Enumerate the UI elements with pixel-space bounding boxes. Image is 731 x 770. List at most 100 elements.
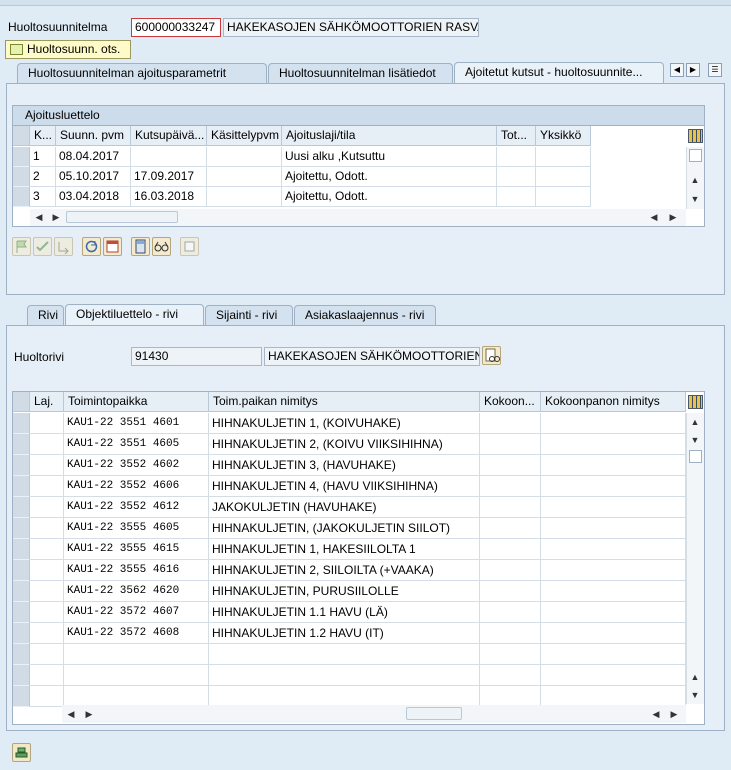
- scroll-down-icon[interactable]: ▼: [689, 690, 701, 700]
- functional-location-cell[interactable]: KAU1-22 3552 4606: [64, 476, 209, 497]
- schedule-cell[interactable]: 1: [30, 147, 56, 167]
- scroll-box[interactable]: [689, 149, 702, 162]
- row-selector[interactable]: [13, 497, 30, 518]
- display-long-text-icon[interactable]: [482, 346, 501, 365]
- select-all-cell[interactable]: [13, 392, 30, 412]
- functional-location-cell[interactable]: KAU1-22 3552 4602: [64, 455, 209, 476]
- row-selector[interactable]: [13, 581, 30, 602]
- glasses-icon[interactable]: [152, 237, 171, 256]
- confirm-icon[interactable]: [33, 237, 52, 256]
- row-selector[interactable]: [13, 665, 30, 686]
- column-header[interactable]: Toim.paikan nimitys: [209, 392, 480, 412]
- object-cell[interactable]: HIHNAKULJETIN 2, SIILOILTA (+VAAKA): [209, 560, 480, 581]
- object-cell[interactable]: [541, 581, 686, 602]
- schedule-cell[interactable]: 03.04.2018: [56, 187, 131, 207]
- object-cell[interactable]: HIHNAKULJETIN 2, (KOIVU VIIKSIHIHNA): [209, 434, 480, 455]
- row-selector[interactable]: [13, 560, 30, 581]
- schedule-cell[interactable]: 2: [30, 167, 56, 187]
- column-header[interactable]: K...: [30, 126, 56, 146]
- object-cell[interactable]: [541, 644, 686, 665]
- scroll-down-icon[interactable]: ▼: [689, 194, 701, 204]
- object-cell[interactable]: [209, 665, 480, 686]
- scroll-left-icon[interactable]: ◀: [65, 709, 77, 719]
- object-cell[interactable]: [30, 602, 64, 623]
- schedule-cell[interactable]: [497, 187, 536, 207]
- object-cell[interactable]: [480, 665, 541, 686]
- schedule-cell[interactable]: [497, 147, 536, 167]
- object-cell[interactable]: [541, 497, 686, 518]
- column-header[interactable]: Suunn. pvm: [56, 126, 131, 146]
- object-cell[interactable]: [480, 434, 541, 455]
- object-cell[interactable]: [541, 665, 686, 686]
- scroll-up-icon[interactable]: ▲: [689, 175, 701, 185]
- tab-list-button[interactable]: ☰: [708, 63, 722, 77]
- scroll-thumb[interactable]: [66, 211, 178, 223]
- schedule-cell[interactable]: Ajoitettu, Odott.: [282, 187, 497, 207]
- row-selector[interactable]: [13, 623, 30, 644]
- scroll-left-icon[interactable]: ◀: [33, 212, 45, 222]
- calculator-icon[interactable]: [131, 237, 150, 256]
- object-cell[interactable]: [541, 602, 686, 623]
- functional-location-cell[interactable]: KAU1-22 3552 4612: [64, 497, 209, 518]
- functional-location-cell[interactable]: KAU1-22 3572 4607: [64, 602, 209, 623]
- column-header[interactable]: Kutsupäivä...: [131, 126, 207, 146]
- object-cell[interactable]: [541, 434, 686, 455]
- column-header[interactable]: Kokoon...: [480, 392, 541, 412]
- scroll-thumb[interactable]: [406, 707, 462, 720]
- tab-next-button[interactable]: ▶: [686, 63, 700, 77]
- object-cell[interactable]: [30, 644, 64, 665]
- schedule-cell[interactable]: Uusi alku ,Kutsuttu: [282, 147, 497, 167]
- column-header[interactable]: Laj.: [30, 392, 64, 412]
- object-cell[interactable]: [30, 518, 64, 539]
- functional-location-cell[interactable]: KAU1-22 3555 4616: [64, 560, 209, 581]
- schedule-cell[interactable]: [536, 147, 591, 167]
- object-cell[interactable]: [480, 686, 541, 707]
- object-cell[interactable]: [480, 539, 541, 560]
- object-cell[interactable]: [30, 665, 64, 686]
- object-cell[interactable]: HIHNAKULJETIN, PURUSIILOLLE: [209, 581, 480, 602]
- schedule-cell[interactable]: [536, 167, 591, 187]
- object-cell[interactable]: HIHNAKULJETIN 1, HAKESIILOLTA 1: [209, 539, 480, 560]
- object-cell[interactable]: [30, 560, 64, 581]
- row-selector[interactable]: [13, 644, 30, 665]
- tab-additional-data[interactable]: Huoltosuunnitelman lisätiedot: [268, 63, 453, 83]
- tab-customer-extension[interactable]: Asiakaslaajennus - rivi: [294, 305, 436, 325]
- object-cell[interactable]: [541, 539, 686, 560]
- calendar-icon[interactable]: [103, 237, 122, 256]
- object-cell[interactable]: [30, 455, 64, 476]
- functional-location-cell[interactable]: KAU1-22 3555 4615: [64, 539, 209, 560]
- move-icon[interactable]: [54, 237, 73, 256]
- object-cell[interactable]: [30, 476, 64, 497]
- row-selector[interactable]: [13, 602, 30, 623]
- functional-location-cell[interactable]: KAU1-22 3551 4605: [64, 434, 209, 455]
- maintenance-plan-number-field[interactable]: 600000033247: [131, 18, 221, 37]
- object-cell[interactable]: [541, 560, 686, 581]
- scroll-box[interactable]: [689, 450, 702, 463]
- layout-grid-icon[interactable]: [688, 395, 703, 409]
- functional-location-cell[interactable]: [64, 644, 209, 665]
- object-cell[interactable]: [30, 539, 64, 560]
- column-header[interactable]: Yksikkö: [536, 126, 591, 146]
- row-selector[interactable]: [13, 187, 30, 207]
- refresh-icon[interactable]: [82, 237, 101, 256]
- object-cell[interactable]: [541, 623, 686, 644]
- object-cell[interactable]: [480, 644, 541, 665]
- object-cell[interactable]: HIHNAKULJETIN 1.2 HAVU (IT): [209, 623, 480, 644]
- scroll-right-icon[interactable]: ▶: [50, 212, 62, 222]
- column-header[interactable]: Käsittelypvm: [207, 126, 282, 146]
- object-cell[interactable]: [209, 644, 480, 665]
- schedule-cell[interactable]: 16.03.2018: [131, 187, 207, 207]
- object-horizontal-scrollbar[interactable]: ◀ ▶ ◀ ▶: [62, 705, 686, 723]
- row-selector[interactable]: [13, 476, 30, 497]
- scroll-left-icon[interactable]: ◀: [648, 212, 660, 222]
- object-cell[interactable]: [30, 581, 64, 602]
- schedule-cell[interactable]: [207, 147, 282, 167]
- object-cell[interactable]: [30, 434, 64, 455]
- schedule-cell[interactable]: 08.04.2017: [56, 147, 131, 167]
- object-cell[interactable]: [480, 602, 541, 623]
- select-all-cell[interactable]: [13, 126, 30, 146]
- object-vertical-scrollbar[interactable]: ▲ ▼ ▲ ▼: [686, 413, 704, 704]
- column-header[interactable]: Toimintopaikka: [64, 392, 209, 412]
- object-cell[interactable]: [30, 623, 64, 644]
- row-selector[interactable]: [13, 434, 30, 455]
